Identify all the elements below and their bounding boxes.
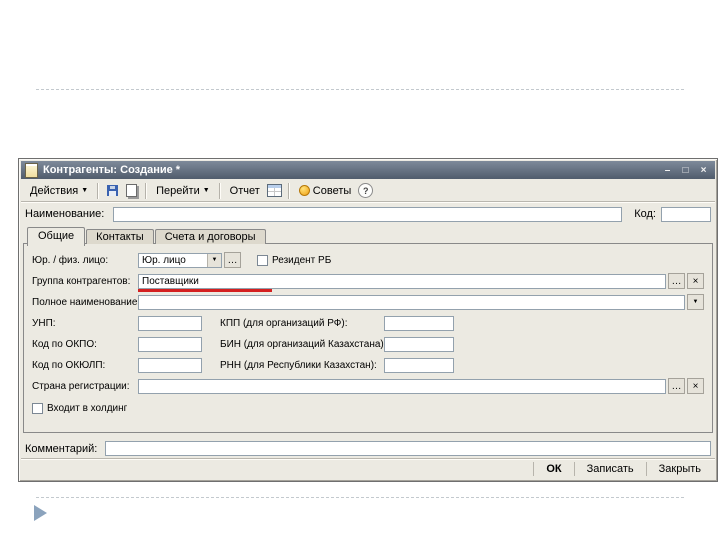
counterparty-create-window: Контрагенты: Создание * – □ × Действия ▼… — [18, 158, 718, 482]
actions-button-label: Действия — [30, 184, 79, 197]
maximize-button[interactable]: □ — [678, 163, 693, 177]
write-button[interactable]: Записать — [573, 462, 646, 476]
entity-type-ellipsis-button[interactable]: … — [224, 252, 241, 268]
tips-button[interactable]: Советы — [294, 183, 356, 199]
unp-kpp-row: УНП: КПП (для организаций РФ): — [32, 315, 704, 331]
full-name-dropdown-button[interactable]: ▼ — [687, 294, 704, 310]
comment-input[interactable] — [105, 441, 711, 456]
help-button[interactable]: ? — [356, 182, 375, 200]
chevron-down-icon: ▼ — [202, 187, 210, 194]
save-icon — [107, 185, 119, 196]
tab-general[interactable]: Общие — [27, 227, 86, 246]
toolbar: Действия ▼ Перейти ▼ Отчет Советы ? — [21, 180, 715, 202]
group-label: Группа контрагентов: — [32, 275, 131, 287]
okyulp-rnn-row: Код по ОКЮЛП: РНН (для Республики Казахс… — [32, 357, 704, 373]
rnn-label: РНН (для Республики Казахстан): — [220, 359, 377, 371]
group-row: Группа контрагентов: … × — [32, 273, 704, 289]
report-button[interactable]: Отчет — [225, 183, 265, 199]
unp-label: УНП: — [32, 317, 56, 329]
country-label: Страна регистрации: — [32, 380, 130, 392]
country-input[interactable] — [138, 378, 666, 394]
holding-row: Входит в холдинг — [32, 400, 704, 416]
goto-button[interactable]: Перейти ▼ — [151, 183, 215, 199]
bin-input[interactable] — [384, 336, 454, 352]
copy-icon — [126, 184, 138, 197]
toolbar-separator — [287, 182, 290, 199]
okpo-label: Код по ОКПО: — [32, 338, 97, 350]
full-name-input[interactable] — [138, 294, 685, 310]
table-icon — [266, 184, 282, 197]
kpp-label: КПП (для организаций РФ): — [220, 317, 348, 329]
full-name-row: Полное наименование: ▼ — [32, 294, 704, 310]
comment-label: Комментарий: — [25, 442, 98, 455]
window-titlebar: Контрагенты: Создание * – □ × — [21, 161, 715, 179]
goto-button-label: Перейти — [156, 184, 200, 197]
footer-separator — [21, 458, 715, 459]
chevron-down-icon: ▼ — [81, 187, 89, 194]
tab-contacts[interactable]: Контакты — [86, 229, 154, 244]
toolbar-separator — [97, 182, 100, 199]
code-label: Код: — [634, 208, 656, 220]
report-table-button[interactable] — [265, 182, 284, 200]
name-row: Наименование: Код: — [25, 206, 711, 222]
comment-row: Комментарий: — [25, 441, 711, 456]
resident-checkbox[interactable] — [257, 254, 268, 266]
unp-input[interactable] — [138, 315, 202, 331]
okyulp-input[interactable] — [138, 357, 202, 373]
toolbar-separator — [218, 182, 221, 199]
ok-button[interactable]: ОК — [533, 462, 573, 476]
resident-label: Резидент РБ — [272, 254, 332, 266]
group-clear-button[interactable]: × — [687, 273, 704, 289]
minimize-button[interactable]: – — [660, 163, 675, 177]
holding-checkbox[interactable] — [32, 402, 43, 414]
slide-canvas: Контрагенты: Создание * – □ × Действия ▼… — [0, 0, 720, 540]
footer-button-bar: ОК Записать Закрыть — [533, 460, 713, 478]
chevron-down-icon: ▼ — [207, 253, 221, 267]
okpo-bin-row: Код по ОКПО: БИН (для организаций Казахс… — [32, 336, 704, 352]
tips-bee-icon — [298, 185, 310, 196]
tab-accounts-contracts[interactable]: Счета и договоры — [154, 229, 266, 244]
toolbar-separator — [145, 182, 148, 199]
general-tab-panel: Юр. / физ. лицо: Юр. лицо ▼ … Резидент Р… — [23, 243, 713, 433]
copy-button[interactable] — [122, 182, 141, 200]
entity-type-label: Юр. / физ. лицо: — [32, 254, 109, 266]
okpo-input[interactable] — [138, 336, 202, 352]
entity-type-value: Юр. лицо — [142, 254, 186, 266]
slide-bullet-arrow-icon — [34, 505, 47, 521]
code-input[interactable] — [661, 206, 711, 222]
country-row: Страна регистрации: … × — [32, 378, 704, 394]
report-button-label: Отчет — [229, 184, 260, 197]
group-input[interactable] — [138, 273, 666, 289]
kpp-input[interactable] — [384, 315, 454, 331]
close-button[interactable]: × — [696, 163, 711, 177]
country-clear-button[interactable]: × — [687, 378, 704, 394]
help-icon: ? — [358, 183, 374, 198]
bottom-dashed-divider — [36, 497, 684, 498]
holding-label: Входит в холдинг — [47, 402, 128, 414]
form-icon — [25, 162, 38, 178]
actions-button[interactable]: Действия ▼ — [25, 183, 93, 199]
close-form-button[interactable]: Закрыть — [645, 462, 713, 476]
entity-type-combo[interactable]: Юр. лицо ▼ — [138, 252, 222, 268]
okyulp-label: Код по ОКЮЛП: — [32, 359, 106, 371]
annotation-red-underline — [138, 289, 272, 292]
window-title: Контрагенты: Создание * — [43, 164, 181, 176]
group-ellipsis-button[interactable]: … — [668, 273, 685, 289]
holding-checkbox-group: Входит в холдинг — [32, 402, 128, 414]
tips-button-label: Советы — [312, 184, 352, 197]
name-input[interactable] — [113, 206, 623, 222]
name-label: Наименование: — [25, 208, 105, 220]
tab-strip: Общие Контакты Счета и договоры — [27, 226, 267, 246]
full-name-label: Полное наименование: — [32, 296, 141, 308]
save-button[interactable] — [103, 182, 122, 200]
top-dashed-divider — [36, 89, 684, 90]
bin-label: БИН (для организаций Казахстана): — [220, 338, 387, 350]
country-ellipsis-button[interactable]: … — [668, 378, 685, 394]
resident-checkbox-group: Резидент РБ — [257, 254, 332, 266]
entity-type-row: Юр. / физ. лицо: Юр. лицо ▼ … Резидент Р… — [32, 252, 704, 268]
rnn-input[interactable] — [384, 357, 454, 373]
